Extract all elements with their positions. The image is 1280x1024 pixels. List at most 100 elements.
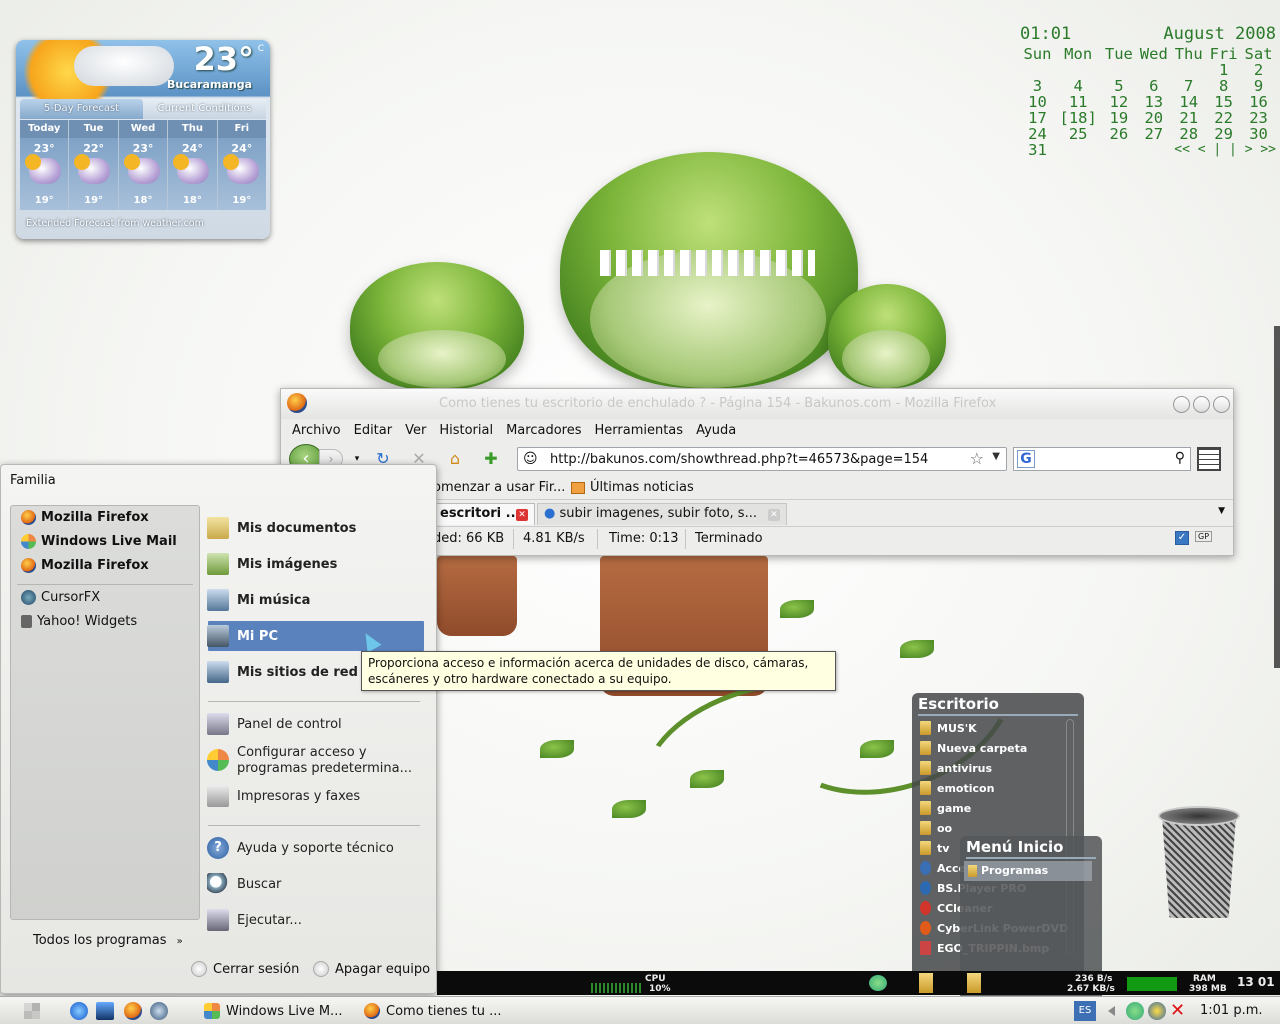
setting-configurar-acceso[interactable]: Configurar acceso y programas predetermin…	[207, 745, 412, 777]
calendar-nav[interactable]: << < | | > >>	[1174, 142, 1276, 157]
recent-cursorfx[interactable]: CursorFX	[21, 590, 100, 605]
taskbar-clock[interactable]: 1:01 p.m.	[1200, 1003, 1263, 1018]
item-label: Mis imágenes	[237, 556, 338, 572]
pinned-windows-live-mail[interactable]: Windows Live Mail	[21, 534, 177, 549]
all-programs-button[interactable]: Todos los programas »	[33, 933, 183, 948]
stack-item[interactable]: oo	[920, 819, 952, 837]
place-mis-documentos[interactable]: Mis documentos	[207, 517, 356, 539]
item-label: Panel de control	[237, 716, 342, 732]
bookmark-star-icon[interactable]: ☆	[970, 449, 984, 468]
checkbox-icon[interactable]: ✓	[1175, 531, 1189, 545]
item-label: Mis documentos	[237, 520, 357, 536]
stack-item[interactable]: Nueva carpeta	[920, 739, 1027, 757]
logoff-button[interactable]: Cerrar sesión	[191, 961, 299, 977]
stack-item[interactable]: antivirus	[920, 759, 992, 777]
default-programs-icon	[207, 749, 229, 771]
grid-icon[interactable]	[1197, 447, 1221, 471]
folder-icon[interactable]	[967, 973, 981, 993]
menu-historial[interactable]: Historial	[439, 423, 493, 438]
calendar-day: 29	[1214, 125, 1233, 143]
taskbar-button-firefox[interactable]: Como tienes tu ...	[364, 1000, 502, 1022]
url-dropdown-icon[interactable]: ▼	[992, 451, 1000, 462]
url-bar[interactable]: ☺ http://bakunos.com/showthread.php?t=46…	[517, 447, 1007, 471]
pinned-firefox[interactable]: Mozilla Firefox	[21, 558, 149, 573]
place-mi-pc[interactable]: Mi PC	[207, 625, 278, 647]
stack-item[interactable]: tv	[920, 839, 949, 857]
tab-current-conditions[interactable]: Current Conditions	[143, 99, 266, 119]
tab-list-dropdown-icon[interactable]: ▼	[1218, 506, 1225, 516]
folder-icon[interactable]	[919, 973, 933, 993]
calendar-day: 3	[1032, 77, 1043, 95]
cpu-label: CPU	[645, 974, 666, 984]
menu-ver[interactable]: Ver	[405, 423, 426, 438]
start-menu-left-pane: Mozilla Firefox Windows Live Mail Mozill…	[10, 505, 200, 920]
help-ejecutar[interactable]: Ejecutar...	[207, 909, 302, 931]
menu-editar[interactable]: Editar	[354, 423, 393, 438]
stack-item[interactable]: game	[920, 799, 971, 817]
close-button[interactable]	[1213, 396, 1230, 413]
start-menu[interactable]: Familia Mozilla Firefox Windows Live Mai…	[0, 464, 437, 994]
close-tab-icon[interactable]: ✕	[516, 509, 528, 521]
menu-herramientas[interactable]: Herramientas	[595, 423, 684, 438]
help-ayuda-y-soporte[interactable]: ? Ayuda y soporte técnico	[207, 837, 394, 859]
help-buscar[interactable]: Buscar	[207, 873, 281, 895]
recent-yahoo-widgets[interactable]: Yahoo! Widgets	[21, 614, 137, 629]
desktop-icon[interactable]	[96, 1002, 114, 1020]
network-disconnected-icon[interactable]: ✕	[1170, 1001, 1185, 1021]
tab-5-day-forecast[interactable]: 5-Day Forecast	[20, 99, 143, 119]
calendar-day: 13	[1144, 93, 1164, 111]
stack-item-label: Programas	[981, 864, 1049, 877]
internet-explorer-icon[interactable]	[70, 1002, 88, 1020]
pinned-firefox[interactable]: Mozilla Firefox	[21, 510, 149, 525]
status-loaded: ded: 66 KB	[433, 531, 505, 546]
shutdown-button[interactable]: Apagar equipo	[313, 961, 430, 977]
weather-widget[interactable]: 23° C Bucaramanga 5-Day Forecast Current…	[16, 40, 270, 239]
bookmark-latest-news[interactable]: Últimas noticias	[571, 480, 694, 495]
place-mis-imagenes[interactable]: Mis imágenes	[207, 553, 337, 575]
home-icon[interactable]: ⌂	[445, 449, 465, 469]
net-down: 2.67 KB/s	[1067, 984, 1115, 994]
bookmark-getting-started[interactable]: omenzar a usar Fir...	[433, 480, 565, 495]
cloud-icon	[74, 46, 174, 86]
calendar-day: 10	[1028, 93, 1047, 111]
new-tab-icon[interactable]: ✚	[481, 449, 501, 469]
calendar-day: 7	[1184, 77, 1194, 95]
gp-badge[interactable]: GP	[1195, 531, 1213, 542]
search-input[interactable]	[1048, 451, 1166, 465]
leaf	[780, 600, 814, 618]
firefox-icon[interactable]	[124, 1002, 142, 1020]
tray-arrow-icon[interactable]	[1108, 1006, 1115, 1016]
place-mi-musica[interactable]: Mi música	[207, 589, 310, 611]
magnifier-icon[interactable]: ⚲	[1175, 450, 1185, 466]
thunderstorm-icon	[123, 154, 160, 184]
day-high: 23°	[33, 142, 55, 155]
recycle-bin-icon[interactable]	[1150, 806, 1248, 924]
tab-inactive[interactable]: ● subir imagenes, subir foto, s... ✕	[537, 503, 787, 525]
close-tab-icon[interactable]: ✕	[768, 509, 780, 521]
stack-item-programas[interactable]: Programas	[964, 861, 1092, 881]
google-icon[interactable]: G	[1017, 450, 1035, 468]
taskbar-button-windows-live-mail[interactable]: Windows Live M...	[204, 1000, 342, 1022]
weather-footer-link[interactable]: Extended Forecast from weather.com	[26, 218, 204, 229]
bsplayer-icon	[920, 881, 931, 895]
tab-active[interactable]: escritori ... ✕	[433, 503, 535, 525]
setting-impresoras-y-faxes[interactable]: Impresoras y faxes	[207, 785, 360, 807]
messenger-icon[interactable]	[869, 975, 887, 991]
menu-marcadores[interactable]: Marcadores	[506, 423, 581, 438]
menu-ayuda[interactable]: Ayuda	[696, 423, 736, 438]
menu-archivo[interactable]: Archivo	[292, 423, 341, 438]
minimize-button[interactable]	[1173, 396, 1190, 413]
media-player-icon[interactable]	[150, 1002, 168, 1020]
search-box[interactable]: G ⚲	[1013, 447, 1191, 471]
arrow-right-icon: »	[176, 936, 183, 947]
stack-item[interactable]: emoticon	[920, 779, 994, 797]
setting-panel-de-control[interactable]: Panel de control	[207, 713, 342, 735]
messenger-tray-icon[interactable]	[1126, 1002, 1144, 1020]
title-bar[interactable]: Como tienes tu escritorio de enchulado ?…	[281, 389, 1233, 419]
start-button-windows-icon[interactable]	[24, 1003, 40, 1019]
maximize-button[interactable]	[1193, 396, 1210, 413]
antivirus-tray-icon[interactable]	[1148, 1002, 1166, 1020]
language-indicator[interactable]: ES	[1074, 1001, 1096, 1021]
place-mis-sitios-de-red[interactable]: Mis sitios de red	[207, 661, 358, 683]
stack-item[interactable]: MUS'K	[920, 719, 977, 737]
